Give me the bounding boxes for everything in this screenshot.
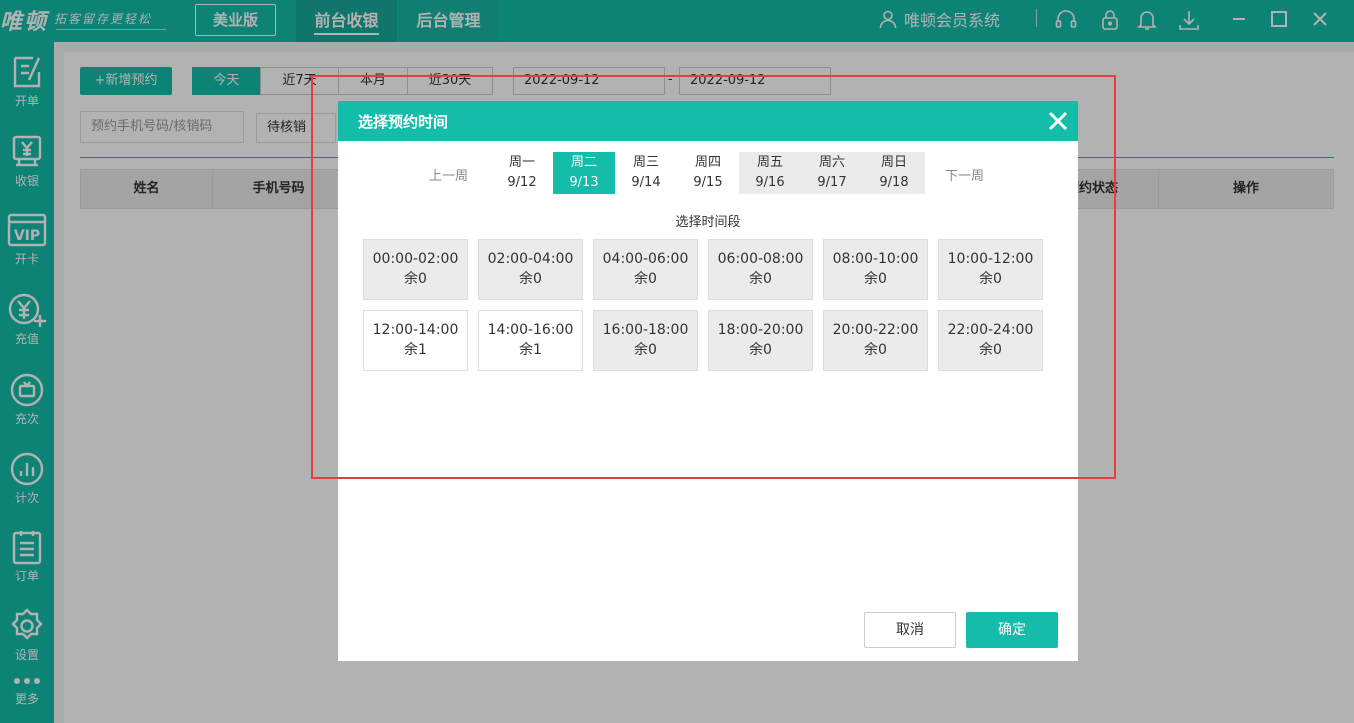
- time-slot-remaining: 余0: [979, 342, 1002, 358]
- day-weekday: 周四: [694, 155, 721, 170]
- time-slot-range: 06:00-08:00: [717, 251, 804, 267]
- time-slot-range: 10:00-12:00: [947, 251, 1034, 267]
- day-weekday: 周五: [756, 155, 783, 170]
- day-weekday: 周日: [880, 155, 907, 170]
- time-slot[interactable]: 10:00-12:00 余0: [938, 239, 1043, 300]
- day-tab[interactable]: 周一 9/12: [491, 152, 553, 194]
- time-slot-remaining: 余0: [634, 271, 657, 287]
- day-weekday: 周一: [508, 155, 535, 170]
- time-slot-range: 20:00-22:00: [832, 322, 919, 338]
- reservation-time-dialog: 选择预约时间 上一周 下一周 周一 9/12 周二 9/13 周三 9/14 周四 9/15 周…: [338, 101, 1078, 661]
- time-slot-range: 04:00-06:00: [602, 251, 689, 267]
- day-date: 9/16: [755, 175, 785, 190]
- day-date: 9/15: [693, 175, 723, 190]
- time-slot-range: 22:00-24:00: [947, 322, 1034, 338]
- day-tab[interactable]: 周六 9/17: [801, 152, 863, 194]
- time-slot-remaining: 余0: [749, 342, 772, 358]
- time-slot-range: 00:00-02:00: [372, 251, 459, 267]
- time-slot-section-title: 选择时间段: [675, 215, 741, 230]
- time-slot[interactable]: 12:00-14:00 余1: [363, 310, 468, 371]
- time-slot-range: 14:00-16:00: [487, 322, 574, 338]
- day-date: 9/14: [631, 175, 661, 190]
- confirm-button[interactable]: 确定: [966, 612, 1058, 648]
- time-slot[interactable]: 04:00-06:00 余0: [593, 239, 698, 300]
- day-weekday: 周二: [570, 155, 597, 170]
- day-date: 9/17: [817, 175, 847, 190]
- time-slot-remaining: 余0: [634, 342, 657, 358]
- time-slot-range: 02:00-04:00: [487, 251, 574, 267]
- time-slot[interactable]: 18:00-20:00 余0: [708, 310, 813, 371]
- time-slot[interactable]: 02:00-04:00 余0: [478, 239, 583, 300]
- day-tab[interactable]: 周二 9/13: [553, 152, 615, 194]
- time-slot-remaining: 余0: [864, 271, 887, 287]
- day-weekday: 周三: [632, 155, 659, 170]
- time-slot-range: 18:00-20:00: [717, 322, 804, 338]
- day-weekday: 周六: [818, 155, 845, 170]
- time-slot-remaining: 余0: [979, 271, 1002, 287]
- prev-week-button[interactable]: 上一周: [429, 165, 468, 184]
- day-date: 9/12: [507, 175, 537, 190]
- day-tab[interactable]: 周四 9/15: [677, 152, 739, 194]
- time-slot[interactable]: 06:00-08:00 余0: [708, 239, 813, 300]
- time-slot-range: 12:00-14:00: [372, 322, 459, 338]
- time-slot-range: 16:00-18:00: [602, 322, 689, 338]
- time-slot-remaining: 余0: [404, 271, 427, 287]
- dialog-title: 选择预约时间: [358, 113, 449, 131]
- time-slot[interactable]: 00:00-02:00 余0: [363, 239, 468, 300]
- time-slot[interactable]: 20:00-22:00 余0: [823, 310, 928, 371]
- time-slot[interactable]: 22:00-24:00 余0: [938, 310, 1043, 371]
- next-week-button[interactable]: 下一周: [945, 165, 984, 184]
- time-slot-remaining: 余0: [519, 271, 542, 287]
- time-slot-range: 08:00-10:00: [832, 251, 919, 267]
- day-tab[interactable]: 周日 9/18: [863, 152, 925, 194]
- day-tab[interactable]: 周五 9/16: [739, 152, 801, 194]
- time-slot-remaining: 余0: [749, 271, 772, 287]
- time-slot[interactable]: 16:00-18:00 余0: [593, 310, 698, 371]
- dialog-close-icon[interactable]: [1046, 109, 1070, 133]
- day-tab[interactable]: 周三 9/14: [615, 152, 677, 194]
- time-slot-remaining: 余1: [404, 342, 427, 358]
- time-slot-remaining: 余1: [519, 342, 542, 358]
- day-date: 9/13: [569, 175, 599, 190]
- cancel-button[interactable]: 取消: [864, 612, 956, 648]
- dialog-header: 选择预约时间: [338, 101, 1078, 141]
- time-slot[interactable]: 08:00-10:00 余0: [823, 239, 928, 300]
- day-date: 9/18: [879, 175, 909, 190]
- time-slot[interactable]: 14:00-16:00 余1: [478, 310, 583, 371]
- time-slot-remaining: 余0: [864, 342, 887, 358]
